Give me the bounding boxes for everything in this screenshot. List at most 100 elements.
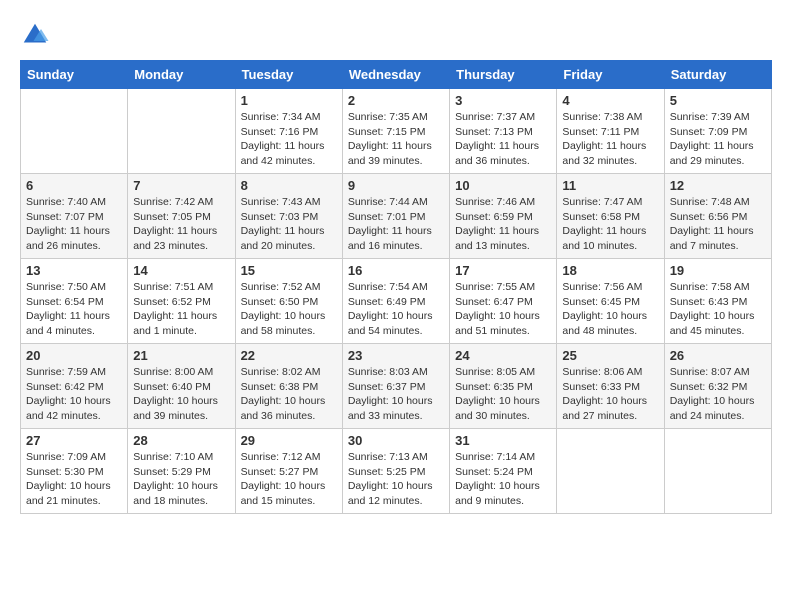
calendar-cell: 17 Sunrise: 7:55 AM Sunset: 6:47 PM Dayli… xyxy=(450,259,557,344)
calendar-cell: 13 Sunrise: 7:50 AM Sunset: 6:54 PM Dayli… xyxy=(21,259,128,344)
day-number: 29 xyxy=(241,433,337,448)
page-header xyxy=(20,20,772,50)
calendar-cell xyxy=(664,429,771,514)
col-header-tuesday: Tuesday xyxy=(235,61,342,89)
calendar-cell: 1Sunrise: 7:34 AM Sunset: 7:16 PM Daylig… xyxy=(235,89,342,174)
week-row-4: 20 Sunrise: 7:59 AM Sunset: 6:42 PM Dayli… xyxy=(21,344,772,429)
week-row-5: 27 Sunrise: 7:09 AM Sunset: 5:30 PM Dayli… xyxy=(21,429,772,514)
day-number: 27 xyxy=(26,433,122,448)
calendar-cell: 3Sunrise: 7:37 AM Sunset: 7:13 PM Daylig… xyxy=(450,89,557,174)
week-row-2: 6 Sunrise: 7:40 AM Sunset: 7:07 PM Daylig… xyxy=(21,174,772,259)
calendar: SundayMondayTuesdayWednesdayThursdayFrid… xyxy=(20,60,772,514)
day-info: Sunrise: 8:05 AM Sunset: 6:35 PM Dayligh… xyxy=(455,365,551,424)
col-header-sunday: Sunday xyxy=(21,61,128,89)
col-header-wednesday: Wednesday xyxy=(342,61,449,89)
day-number: 5 xyxy=(670,93,766,108)
calendar-cell xyxy=(21,89,128,174)
week-row-3: 13 Sunrise: 7:50 AM Sunset: 6:54 PM Dayli… xyxy=(21,259,772,344)
calendar-cell: 6 Sunrise: 7:40 AM Sunset: 7:07 PM Daylig… xyxy=(21,174,128,259)
week-row-1: 1Sunrise: 7:34 AM Sunset: 7:16 PM Daylig… xyxy=(21,89,772,174)
calendar-cell: 28 Sunrise: 7:10 AM Sunset: 5:29 PM Dayli… xyxy=(128,429,235,514)
day-info: Sunrise: 7:52 AM Sunset: 6:50 PM Dayligh… xyxy=(241,280,337,339)
calendar-cell: 8 Sunrise: 7:43 AM Sunset: 7:03 PM Daylig… xyxy=(235,174,342,259)
calendar-cell: 23 Sunrise: 8:03 AM Sunset: 6:37 PM Dayli… xyxy=(342,344,449,429)
day-info: Sunrise: 8:03 AM Sunset: 6:37 PM Dayligh… xyxy=(348,365,444,424)
calendar-cell: 27 Sunrise: 7:09 AM Sunset: 5:30 PM Dayli… xyxy=(21,429,128,514)
day-info: Sunrise: 7:38 AM Sunset: 7:11 PM Dayligh… xyxy=(562,110,658,169)
day-info: Sunrise: 7:46 AM Sunset: 6:59 PM Dayligh… xyxy=(455,195,551,254)
calendar-cell: 24 Sunrise: 8:05 AM Sunset: 6:35 PM Dayli… xyxy=(450,344,557,429)
day-info: Sunrise: 8:00 AM Sunset: 6:40 PM Dayligh… xyxy=(133,365,229,424)
day-info: Sunrise: 7:48 AM Sunset: 6:56 PM Dayligh… xyxy=(670,195,766,254)
calendar-cell: 22Sunrise: 8:02 AM Sunset: 6:38 PM Dayli… xyxy=(235,344,342,429)
day-number: 17 xyxy=(455,263,551,278)
day-info: Sunrise: 7:14 AM Sunset: 5:24 PM Dayligh… xyxy=(455,450,551,509)
day-number: 13 xyxy=(26,263,122,278)
day-info: Sunrise: 7:51 AM Sunset: 6:52 PM Dayligh… xyxy=(133,280,229,339)
calendar-cell: 14 Sunrise: 7:51 AM Sunset: 6:52 PM Dayli… xyxy=(128,259,235,344)
day-number: 3 xyxy=(455,93,551,108)
calendar-cell: 31 Sunrise: 7:14 AM Sunset: 5:24 PM Dayli… xyxy=(450,429,557,514)
day-info: Sunrise: 7:58 AM Sunset: 6:43 PM Dayligh… xyxy=(670,280,766,339)
day-number: 2 xyxy=(348,93,444,108)
day-number: 23 xyxy=(348,348,444,363)
col-header-saturday: Saturday xyxy=(664,61,771,89)
day-info: Sunrise: 7:44 AM Sunset: 7:01 PM Dayligh… xyxy=(348,195,444,254)
calendar-cell: 7 Sunrise: 7:42 AM Sunset: 7:05 PM Daylig… xyxy=(128,174,235,259)
day-number: 28 xyxy=(133,433,229,448)
day-info: Sunrise: 8:07 AM Sunset: 6:32 PM Dayligh… xyxy=(670,365,766,424)
day-number: 20 xyxy=(26,348,122,363)
day-number: 8 xyxy=(241,178,337,193)
calendar-cell: 18Sunrise: 7:56 AM Sunset: 6:45 PM Dayli… xyxy=(557,259,664,344)
calendar-cell: 25Sunrise: 8:06 AM Sunset: 6:33 PM Dayli… xyxy=(557,344,664,429)
calendar-cell: 10 Sunrise: 7:46 AM Sunset: 6:59 PM Dayli… xyxy=(450,174,557,259)
day-number: 6 xyxy=(26,178,122,193)
day-number: 19 xyxy=(670,263,766,278)
calendar-cell: 29Sunrise: 7:12 AM Sunset: 5:27 PM Dayli… xyxy=(235,429,342,514)
col-header-thursday: Thursday xyxy=(450,61,557,89)
calendar-cell: 16 Sunrise: 7:54 AM Sunset: 6:49 PM Dayli… xyxy=(342,259,449,344)
day-number: 25 xyxy=(562,348,658,363)
day-number: 14 xyxy=(133,263,229,278)
day-number: 16 xyxy=(348,263,444,278)
day-info: Sunrise: 7:54 AM Sunset: 6:49 PM Dayligh… xyxy=(348,280,444,339)
day-info: Sunrise: 7:56 AM Sunset: 6:45 PM Dayligh… xyxy=(562,280,658,339)
day-info: Sunrise: 7:35 AM Sunset: 7:15 PM Dayligh… xyxy=(348,110,444,169)
calendar-cell: 5 Sunrise: 7:39 AM Sunset: 7:09 PM Daylig… xyxy=(664,89,771,174)
day-number: 26 xyxy=(670,348,766,363)
day-info: Sunrise: 7:47 AM Sunset: 6:58 PM Dayligh… xyxy=(562,195,658,254)
day-info: Sunrise: 7:55 AM Sunset: 6:47 PM Dayligh… xyxy=(455,280,551,339)
day-info: Sunrise: 7:50 AM Sunset: 6:54 PM Dayligh… xyxy=(26,280,122,339)
calendar-cell: 20 Sunrise: 7:59 AM Sunset: 6:42 PM Dayli… xyxy=(21,344,128,429)
day-number: 10 xyxy=(455,178,551,193)
day-number: 1 xyxy=(241,93,337,108)
day-info: Sunrise: 7:40 AM Sunset: 7:07 PM Dayligh… xyxy=(26,195,122,254)
calendar-cell: 26 Sunrise: 8:07 AM Sunset: 6:32 PM Dayli… xyxy=(664,344,771,429)
calendar-cell: 2 Sunrise: 7:35 AM Sunset: 7:15 PM Daylig… xyxy=(342,89,449,174)
day-info: Sunrise: 7:42 AM Sunset: 7:05 PM Dayligh… xyxy=(133,195,229,254)
calendar-cell xyxy=(128,89,235,174)
day-info: Sunrise: 7:09 AM Sunset: 5:30 PM Dayligh… xyxy=(26,450,122,509)
day-info: Sunrise: 8:02 AM Sunset: 6:38 PM Dayligh… xyxy=(241,365,337,424)
day-info: Sunrise: 7:39 AM Sunset: 7:09 PM Dayligh… xyxy=(670,110,766,169)
day-info: Sunrise: 7:10 AM Sunset: 5:29 PM Dayligh… xyxy=(133,450,229,509)
day-number: 7 xyxy=(133,178,229,193)
day-number: 31 xyxy=(455,433,551,448)
calendar-cell: 4Sunrise: 7:38 AM Sunset: 7:11 PM Daylig… xyxy=(557,89,664,174)
day-number: 24 xyxy=(455,348,551,363)
logo xyxy=(20,20,54,50)
calendar-cell: 19 Sunrise: 7:58 AM Sunset: 6:43 PM Dayli… xyxy=(664,259,771,344)
day-number: 30 xyxy=(348,433,444,448)
calendar-header-row: SundayMondayTuesdayWednesdayThursdayFrid… xyxy=(21,61,772,89)
logo-icon xyxy=(20,20,50,50)
day-info: Sunrise: 7:13 AM Sunset: 5:25 PM Dayligh… xyxy=(348,450,444,509)
day-number: 9 xyxy=(348,178,444,193)
day-info: Sunrise: 7:43 AM Sunset: 7:03 PM Dayligh… xyxy=(241,195,337,254)
day-info: Sunrise: 7:59 AM Sunset: 6:42 PM Dayligh… xyxy=(26,365,122,424)
calendar-cell xyxy=(557,429,664,514)
col-header-friday: Friday xyxy=(557,61,664,89)
col-header-monday: Monday xyxy=(128,61,235,89)
calendar-cell: 30 Sunrise: 7:13 AM Sunset: 5:25 PM Dayli… xyxy=(342,429,449,514)
calendar-cell: 11Sunrise: 7:47 AM Sunset: 6:58 PM Dayli… xyxy=(557,174,664,259)
calendar-cell: 21Sunrise: 8:00 AM Sunset: 6:40 PM Dayli… xyxy=(128,344,235,429)
